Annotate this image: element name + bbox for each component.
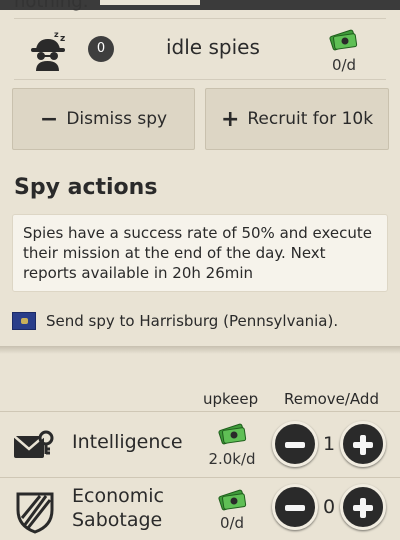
- minus-icon: −: [39, 106, 59, 132]
- idle-count-badge: 0: [88, 36, 114, 62]
- economic-sabotage-upkeep: 0/d: [219, 514, 245, 532]
- send-spy-label: Send spy to Harrisburg (Pennsylvania).: [46, 312, 339, 330]
- idle-spies-label: idle spies: [166, 35, 260, 59]
- economic-sabotage-quantity: 0: [322, 496, 336, 518]
- recruit-spy-button[interactable]: + Recruit for 10k: [205, 88, 389, 150]
- upkeep-header: upkeep: [203, 390, 259, 408]
- dismiss-spy-button[interactable]: − Dismiss spy: [12, 88, 195, 150]
- remove-intelligence-button[interactable]: [272, 421, 318, 467]
- pennsylvania-flag-icon: [12, 312, 36, 330]
- intelligence-label: Intelligence: [72, 431, 183, 453]
- money-icon: [218, 489, 247, 511]
- intelligence-upkeep: 2.0k/d: [208, 450, 256, 468]
- economic-sabotage-label: Economic Sabotage: [72, 484, 164, 532]
- svg-text:z: z: [54, 30, 59, 39]
- idle-upkeep-rate: 0/d: [331, 56, 357, 74]
- section-divider: [0, 346, 400, 354]
- remove-economic-sabotage-button[interactable]: [272, 484, 318, 530]
- add-intelligence-button[interactable]: [340, 421, 386, 467]
- add-economic-sabotage-button[interactable]: [340, 484, 386, 530]
- send-spy-link[interactable]: Send spy to Harrisburg (Pennsylvania).: [12, 309, 338, 333]
- sleeping-spy-icon: z z: [31, 30, 65, 71]
- spy-mission-row-economic-sabotage: Economic Sabotage 0/d 0: [0, 477, 400, 540]
- dismiss-spy-label: Dismiss spy: [66, 109, 168, 129]
- remove-add-header: Remove/Add: [284, 390, 379, 408]
- intelligence-quantity: 1: [322, 433, 336, 455]
- envelope-key-icon: [13, 430, 54, 458]
- economic-sabotage-line2: Sabotage: [72, 509, 163, 531]
- broken-shield-icon: [16, 492, 54, 534]
- spy-info-box: Spies have a success rate of 50% and exe…: [12, 214, 388, 292]
- spy-mission-row-intelligence: Intelligence 2.0k/d 1: [0, 411, 400, 479]
- money-icon: [218, 423, 247, 445]
- economic-sabotage-line1: Economic: [72, 485, 164, 507]
- svg-text:z: z: [60, 34, 65, 44]
- idle-spies-card: z z 0 idle spies 0/d: [14, 18, 386, 80]
- plus-icon: +: [220, 106, 240, 132]
- money-icon: [329, 29, 358, 51]
- clipped-previous-text: nothing.: [14, 0, 89, 12]
- spy-actions-title: Spy actions: [14, 175, 158, 200]
- recruit-spy-label: Recruit for 10k: [247, 109, 374, 129]
